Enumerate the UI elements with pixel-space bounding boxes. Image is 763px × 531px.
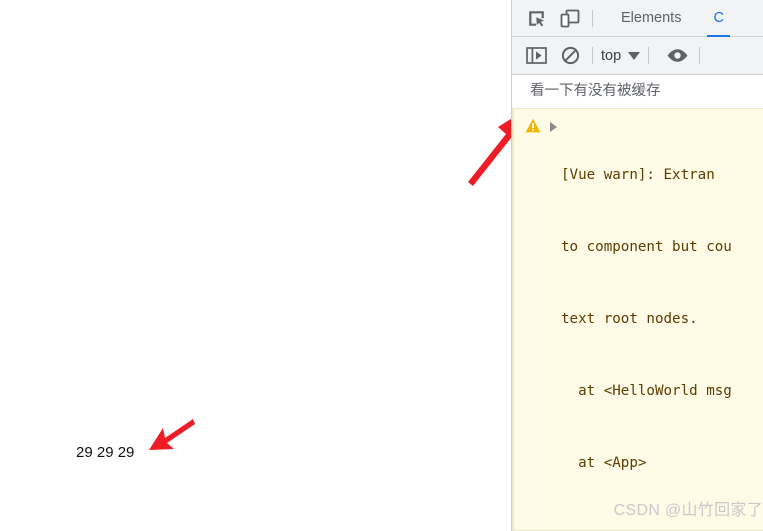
console-sidebar-toggle-button[interactable]	[522, 42, 550, 70]
live-expression-eye-icon	[667, 49, 688, 62]
warning-stack-line-2: at <App>	[561, 455, 647, 471]
csdn-watermark: CSDN @山竹回家了	[613, 502, 763, 519]
console-toolbar: top	[512, 37, 763, 75]
console-log-message: 看一下有没有被缓存	[530, 83, 661, 99]
clear-console-icon	[561, 46, 579, 65]
console-toolbar-divider-3	[699, 47, 701, 64]
devtools-panel: Elements C top 看一下有没有被缓存 [Vue warn]: Ext…	[511, 0, 763, 531]
execution-context-selector[interactable]: top	[601, 47, 641, 64]
page-viewport: 29 29 29	[0, 0, 511, 531]
device-toolbar-button[interactable]	[556, 4, 584, 32]
warning-line-3: text root nodes.	[561, 311, 698, 327]
warning-stack-line-1: at <HelloWorld msg	[561, 383, 732, 399]
rendered-counter-text: 29 29 29	[76, 444, 135, 461]
clear-console-button[interactable]	[556, 42, 584, 70]
console-body: 看一下有没有被缓存 [Vue warn]: Extran to componen…	[512, 75, 763, 531]
devtools-tabstrip: Elements C	[512, 0, 763, 37]
console-warning-entry[interactable]: [Vue warn]: Extran to component but cou …	[512, 108, 763, 531]
execution-context-label: top	[601, 47, 622, 64]
expand-warning-triangle-icon[interactable]	[550, 122, 557, 132]
console-toolbar-divider-2	[648, 47, 650, 64]
inspect-element-icon	[528, 10, 544, 26]
tab-elements[interactable]: Elements	[615, 0, 687, 37]
tabstrip-divider	[592, 9, 593, 27]
live-expression-button[interactable]	[663, 42, 691, 70]
warning-line-1: [Vue warn]: Extran	[561, 167, 715, 183]
warning-line-2: to component but cou	[561, 239, 732, 255]
chevron-down-icon	[628, 51, 641, 60]
inspect-element-button[interactable]	[522, 4, 550, 32]
tab-console[interactable]: C	[707, 0, 730, 37]
warning-triangle-icon	[525, 118, 541, 133]
console-toolbar-divider-1	[592, 47, 593, 64]
console-sidebar-toggle-icon	[525, 47, 547, 64]
device-toolbar-icon	[560, 9, 580, 27]
